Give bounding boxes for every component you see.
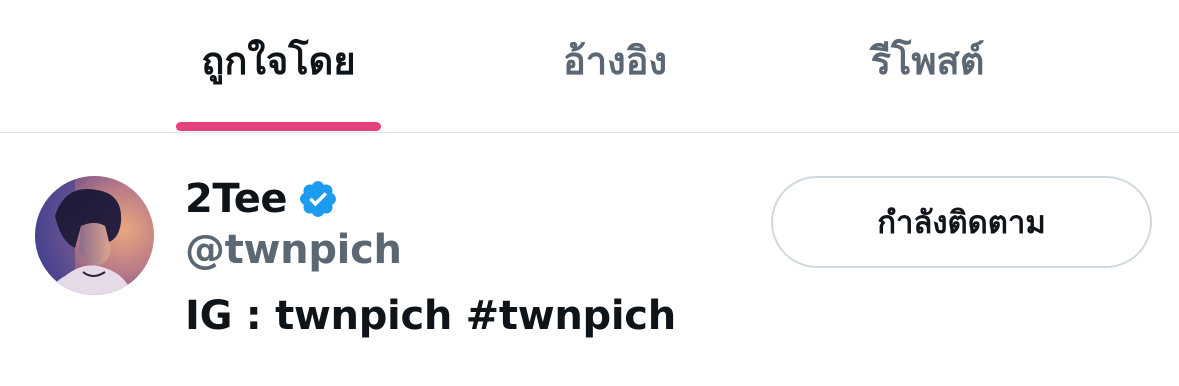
tab-liked-by[interactable]: ถูกใจโดย bbox=[176, 0, 381, 132]
liked-by-page: ถูกใจโดย อ้างอิง รีโพสต์ 2Tee @twnpich I… bbox=[0, 0, 1179, 386]
display-name-row: 2Tee bbox=[185, 173, 339, 225]
verified-badge-icon bbox=[297, 178, 339, 220]
tab-reposts-label: รีโพสต์ bbox=[870, 38, 985, 83]
tab-quotes-label: อ้างอิง bbox=[562, 38, 668, 83]
user-handle[interactable]: @twnpich bbox=[185, 227, 402, 273]
user-bio: IG : twnpich #twnpich bbox=[185, 293, 676, 339]
active-tab-indicator bbox=[176, 122, 381, 131]
tab-quotes[interactable]: อ้างอิง bbox=[520, 0, 710, 132]
following-button[interactable]: กำลังติดตาม bbox=[771, 176, 1152, 268]
display-name[interactable]: 2Tee bbox=[185, 176, 288, 222]
tab-reposts[interactable]: รีโพสต์ bbox=[830, 0, 1025, 132]
avatar-image bbox=[35, 176, 154, 295]
tab-liked-by-label: ถูกใจโดย bbox=[201, 38, 356, 83]
user-list-item[interactable]: 2Tee @twnpich IG : twnpich #twnpich กำลั… bbox=[0, 133, 1179, 386]
tab-bar: ถูกใจโดย อ้างอิง รีโพสต์ bbox=[0, 0, 1179, 133]
following-button-label: กำลังติดตาม bbox=[877, 205, 1046, 241]
avatar[interactable] bbox=[35, 176, 154, 295]
